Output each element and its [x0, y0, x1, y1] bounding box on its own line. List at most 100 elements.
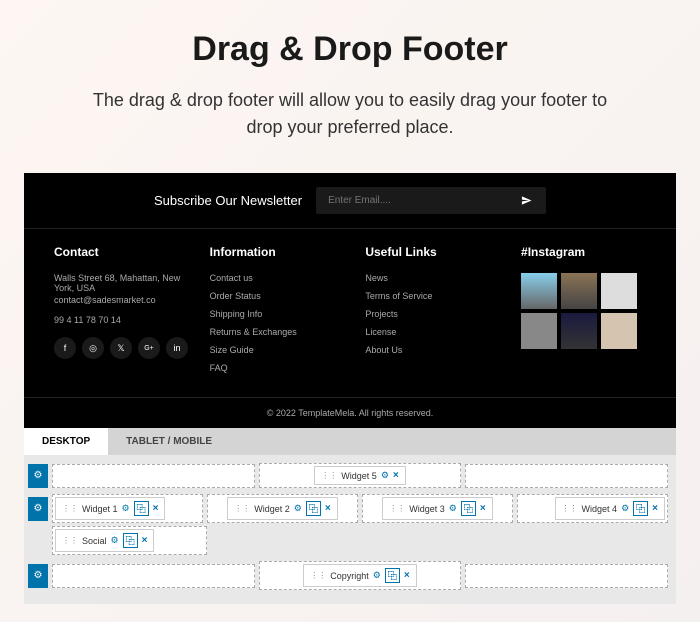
useful-title: Useful Links	[365, 245, 501, 259]
widget-chip[interactable]: ⋮⋮ Widget 3 ⚙ ⿻ ×	[382, 497, 492, 520]
footer-link[interactable]: License	[365, 327, 501, 337]
instagram-thumb[interactable]	[561, 273, 597, 309]
newsletter-email-input[interactable]	[316, 187, 507, 214]
gear-icon[interactable]: ⚙	[294, 503, 302, 514]
gear-icon[interactable]: ⚙	[373, 570, 381, 581]
close-icon[interactable]: ×	[480, 503, 486, 514]
newsletter-submit-button[interactable]	[507, 195, 546, 206]
tab-desktop[interactable]: DESKTOP	[24, 428, 108, 455]
close-icon[interactable]: ×	[153, 503, 159, 514]
widget-label: Copyright	[330, 571, 369, 581]
footer-info-column: Information Contact us Order Status Ship…	[210, 245, 346, 381]
instagram-thumb[interactable]	[601, 313, 637, 349]
instagram-thumb[interactable]	[601, 273, 637, 309]
widget-chip[interactable]: ⋮⋮ Widget 5 ⚙ ×	[314, 466, 405, 485]
widget-label: Social	[82, 536, 107, 546]
grip-icon: ⋮⋮	[62, 536, 78, 545]
copyright-text: © 2022 TemplateMela. All rights reserved…	[24, 397, 676, 428]
footer-link[interactable]: Order Status	[210, 291, 346, 301]
footer-contact-column: Contact Walls Street 68, Mahattan, New Y…	[54, 245, 190, 381]
tab-mobile[interactable]: TABLET / MOBILE	[108, 428, 230, 455]
twitter-icon[interactable]: 𝕏	[110, 337, 132, 359]
footer-builder: DESKTOP TABLET / MOBILE ⚙ ⋮⋮ Widget 5 ⚙ × ⚙…	[24, 428, 676, 604]
footer-link[interactable]: About Us	[365, 345, 501, 355]
grip-icon: ⋮⋮	[389, 504, 405, 513]
widget-chip[interactable]: ⋮⋮ Copyright ⚙ ⿻ ×	[303, 564, 416, 587]
drop-zone[interactable]: ⋮⋮ Social ⚙ ⿻ ×	[52, 526, 207, 555]
drop-zone[interactable]	[52, 464, 255, 488]
duplicate-icon[interactable]: ⿻	[123, 533, 138, 548]
instagram-title: #Instagram	[521, 245, 646, 259]
drop-zone[interactable]: ⋮⋮ Widget 4⚙ ⿻ ×	[517, 494, 668, 523]
grip-icon: ⋮⋮	[310, 571, 326, 580]
duplicate-icon[interactable]: ⿻	[633, 501, 648, 516]
gear-icon[interactable]: ⚙	[122, 503, 130, 514]
widget-label: Widget 4	[582, 504, 618, 514]
instagram-icon[interactable]: ◎	[82, 337, 104, 359]
row-settings-button[interactable]: ⚙	[28, 464, 48, 488]
drop-zone[interactable]: ⋮⋮ Copyright ⚙ ⿻ ×	[259, 561, 462, 590]
send-icon	[521, 195, 532, 206]
close-icon[interactable]: ×	[652, 503, 658, 514]
grip-icon: ⋮⋮	[321, 471, 337, 480]
grip-icon: ⋮⋮	[234, 504, 250, 513]
info-links: Contact us Order Status Shipping Info Re…	[210, 273, 346, 373]
footer-preview: Subscribe Our Newsletter Contact Walls S…	[24, 173, 676, 428]
drop-zone[interactable]: ⋮⋮ Widget 2 ⚙ ⿻ ×	[207, 494, 358, 523]
row-settings-button[interactable]: ⚙	[28, 564, 48, 588]
footer-link[interactable]: Size Guide	[210, 345, 346, 355]
close-icon[interactable]: ×	[404, 570, 410, 581]
instagram-thumb[interactable]	[561, 313, 597, 349]
row-settings-button[interactable]: ⚙	[28, 497, 48, 521]
gear-icon[interactable]: ⚙	[381, 470, 389, 481]
gear-icon[interactable]: ⚙	[111, 535, 119, 546]
widget-label: Widget 5	[341, 471, 377, 481]
gear-icon[interactable]: ⚙	[449, 503, 457, 514]
gear-icon[interactable]: ⚙	[621, 503, 629, 514]
duplicate-icon[interactable]: ⿻	[134, 501, 149, 516]
widget-chip[interactable]: ⋮⋮ Widget 2 ⚙ ⿻ ×	[227, 497, 337, 520]
footer-useful-column: Useful Links News Terms of Service Proje…	[365, 245, 501, 381]
useful-links: News Terms of Service Projects License A…	[365, 273, 501, 355]
page-title: Drag & Drop Footer	[60, 30, 640, 69]
drop-zone[interactable]: ⋮⋮ Widget 3 ⚙ ⿻ ×	[362, 494, 513, 523]
widget-label: Widget 3	[409, 504, 445, 514]
instagram-thumb[interactable]	[521, 313, 557, 349]
footer-link[interactable]: Terms of Service	[365, 291, 501, 301]
instagram-thumb[interactable]	[521, 273, 557, 309]
page-description: The drag & drop footer will allow you to…	[80, 87, 620, 141]
drop-zone[interactable]	[465, 464, 668, 488]
footer-link[interactable]: Returns & Exchanges	[210, 327, 346, 337]
footer-instagram-column: #Instagram	[521, 245, 646, 381]
drop-zone[interactable]: ⋮⋮ Widget 5 ⚙ ×	[259, 463, 462, 488]
close-icon[interactable]: ×	[142, 535, 148, 546]
duplicate-icon[interactable]: ⿻	[306, 501, 321, 516]
footer-link[interactable]: Contact us	[210, 273, 346, 283]
widget-label: Widget 2	[254, 504, 290, 514]
grip-icon: ⋮⋮	[62, 504, 78, 513]
contact-title: Contact	[54, 245, 190, 259]
close-icon[interactable]: ×	[393, 470, 399, 481]
close-icon[interactable]: ×	[325, 503, 331, 514]
widget-chip[interactable]: ⋮⋮ Widget 1 ⚙ ⿻ ×	[55, 497, 165, 520]
grip-icon: ⋮⋮	[562, 504, 578, 513]
widget-chip[interactable]: ⋮⋮ Social ⚙ ⿻ ×	[55, 529, 154, 552]
footer-link[interactable]: Shipping Info	[210, 309, 346, 319]
linkedin-icon[interactable]: in	[166, 337, 188, 359]
newsletter-label: Subscribe Our Newsletter	[154, 193, 302, 208]
drop-zone[interactable]: ⋮⋮ Widget 1 ⚙ ⿻ ×	[52, 494, 203, 523]
facebook-icon[interactable]: f	[54, 337, 76, 359]
duplicate-icon[interactable]: ⿻	[461, 501, 476, 516]
drop-zone[interactable]	[52, 564, 255, 588]
contact-email: contact@sadesmarket.co	[54, 295, 190, 305]
widget-label: Widget 1	[82, 504, 118, 514]
duplicate-icon[interactable]: ⿻	[385, 568, 400, 583]
footer-link[interactable]: Projects	[365, 309, 501, 319]
contact-phone: 99 4 11 78 70 14	[54, 315, 190, 325]
widget-chip[interactable]: ⋮⋮ Widget 4⚙ ⿻ ×	[555, 497, 665, 520]
footer-link[interactable]: News	[365, 273, 501, 283]
drop-zone[interactable]	[465, 564, 668, 588]
footer-link[interactable]: FAQ	[210, 363, 346, 373]
google-plus-icon[interactable]: G+	[138, 337, 160, 359]
contact-address: Walls Street 68, Mahattan, New York, USA	[54, 273, 190, 293]
